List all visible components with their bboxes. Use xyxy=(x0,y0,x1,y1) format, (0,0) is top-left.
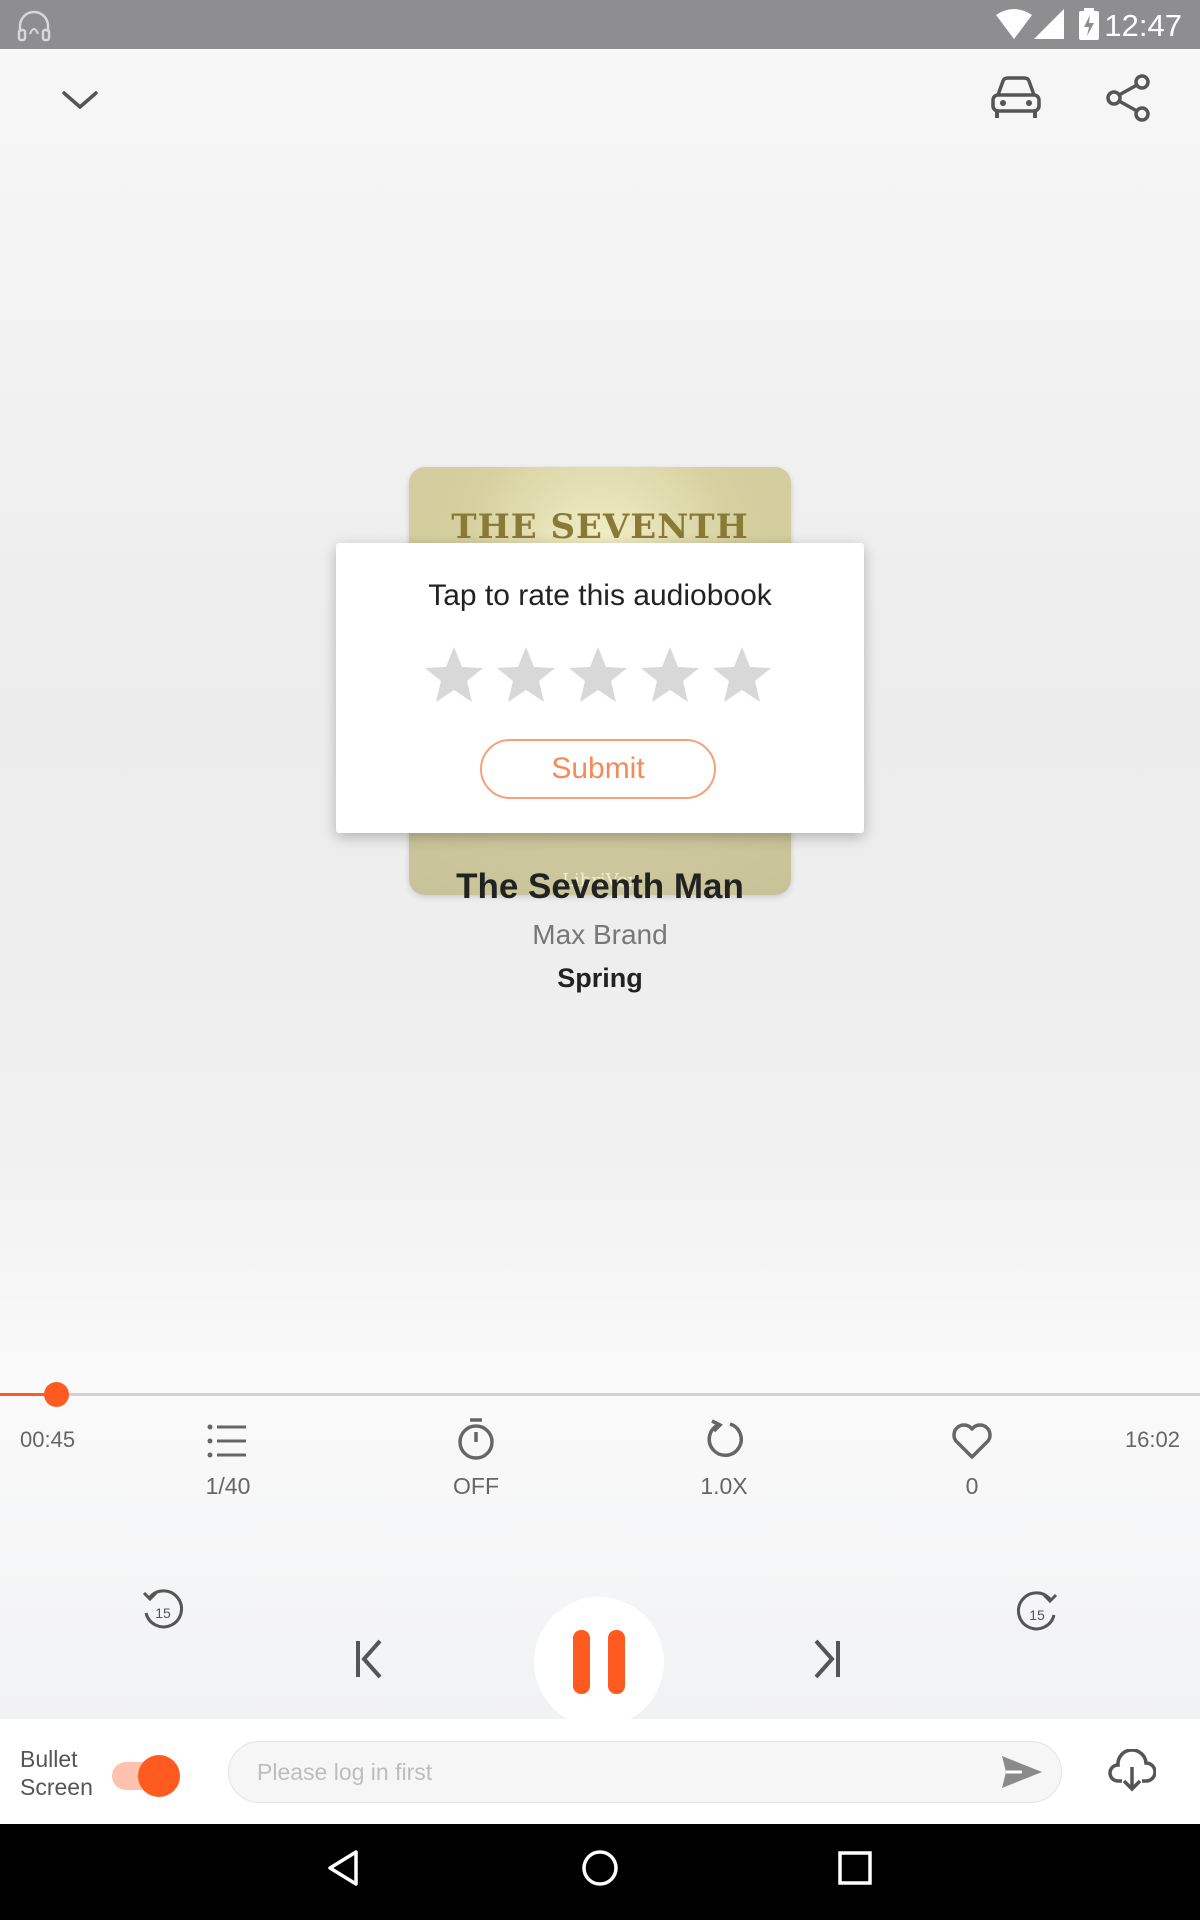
star-4-icon[interactable] xyxy=(638,643,702,707)
speed-icon xyxy=(707,1419,743,1458)
next-track-icon[interactable] xyxy=(808,1639,844,1679)
signal-icon xyxy=(1034,9,1064,39)
chevron-down-icon[interactable] xyxy=(58,77,102,121)
bullet-screen-label: Bullet Screen xyxy=(20,1746,93,1800)
system-nav-bar xyxy=(0,1824,1200,1920)
star-1-icon[interactable] xyxy=(422,643,486,707)
pause-icon xyxy=(573,1630,625,1694)
send-icon[interactable] xyxy=(1000,1754,1044,1790)
playlist-label: 1/40 xyxy=(205,1473,251,1499)
heart-icon xyxy=(952,1423,992,1459)
elapsed-time: 00:45 xyxy=(20,1427,76,1452)
forward-15-icon[interactable]: 15 xyxy=(1012,1589,1062,1639)
car-mode-icon[interactable] xyxy=(988,73,1044,123)
book-author[interactable]: Max Brand xyxy=(0,919,1200,951)
timer-icon xyxy=(458,1418,494,1460)
previous-track-icon[interactable] xyxy=(352,1639,388,1679)
share-icon[interactable] xyxy=(1104,73,1152,123)
rewind-15-icon[interactable]: 15 xyxy=(138,1587,188,1637)
player-screen: THE SEVENTH MAN LibriVox The Seventh Man… xyxy=(0,49,1200,1727)
timer-label: OFF xyxy=(453,1473,499,1499)
total-time: 16:02 xyxy=(1124,1427,1180,1452)
recents-icon[interactable] xyxy=(836,1848,874,1888)
pause-button[interactable] xyxy=(534,1597,664,1727)
headphones-icon xyxy=(17,10,51,42)
star-3-icon[interactable] xyxy=(566,643,630,707)
book-title: The Seventh Man xyxy=(456,867,744,906)
progress-bar[interactable] xyxy=(0,1382,1200,1407)
comment-bar: Bullet Screen xyxy=(0,1719,1200,1824)
back-icon[interactable] xyxy=(326,1848,362,1888)
list-icon xyxy=(207,1424,246,1458)
playlist-button[interactable]: 1/40 xyxy=(148,1421,308,1500)
toggle-knob[interactable] xyxy=(138,1755,180,1797)
speed-label: 1.0X xyxy=(700,1473,748,1499)
rating-dialog-title: Tap to rate this audiobook xyxy=(428,579,772,612)
rating-dialog: Tap to rate this audiobook Submit xyxy=(336,543,864,833)
home-icon[interactable] xyxy=(580,1848,620,1888)
forward-seconds: 15 xyxy=(1029,1607,1045,1623)
comment-input[interactable] xyxy=(228,1741,1062,1803)
rewind-seconds: 15 xyxy=(155,1605,171,1621)
star-2-icon[interactable] xyxy=(494,643,558,707)
star-5-icon[interactable] xyxy=(710,643,774,707)
wifi-icon xyxy=(996,9,1032,39)
download-icon[interactable] xyxy=(1108,1749,1156,1793)
like-button[interactable]: 0 xyxy=(892,1419,1052,1500)
playback-speed-button[interactable]: 1.0X xyxy=(644,1419,804,1500)
chapter-title: Spring xyxy=(557,963,643,993)
progress-thumb[interactable] xyxy=(44,1382,69,1407)
battery-charging-icon xyxy=(1079,8,1099,40)
submit-button[interactable]: Submit xyxy=(480,739,716,799)
status-time: 12:47 xyxy=(1104,8,1182,43)
likes-count: 0 xyxy=(965,1473,979,1499)
status-bar: 12:47 xyxy=(0,0,1200,49)
sleep-timer-button[interactable]: OFF xyxy=(396,1417,556,1500)
